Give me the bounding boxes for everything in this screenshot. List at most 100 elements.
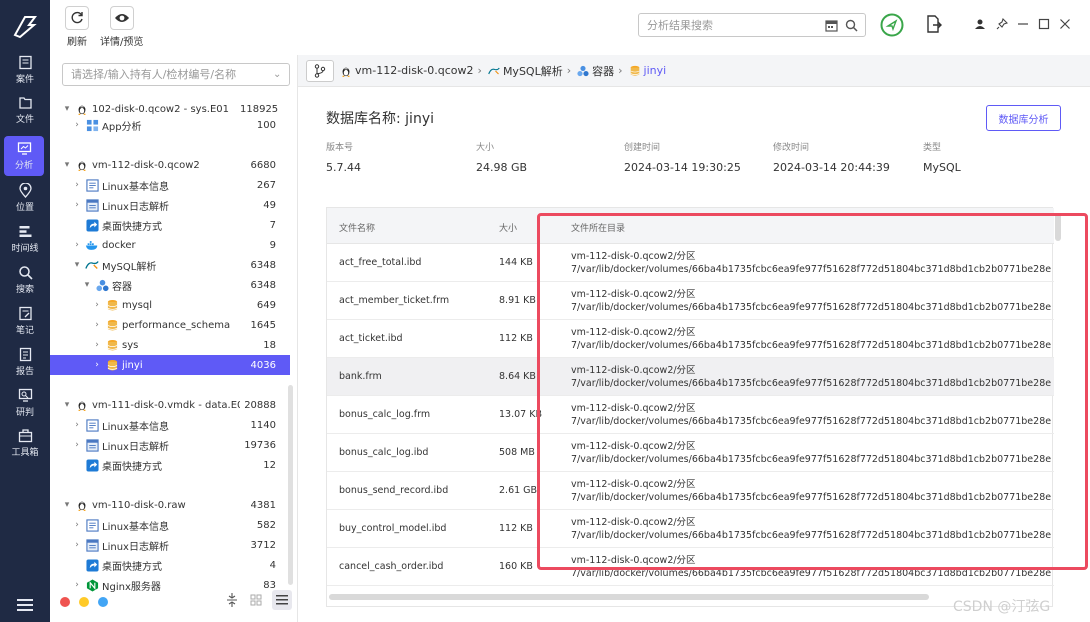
tree-item[interactable]: › mysql 649 [50,295,290,315]
tree-scrollbar[interactable] [288,385,293,585]
chevron-right-icon[interactable]: › [92,340,102,350]
search-icon[interactable] [843,17,859,33]
maximize-icon[interactable] [1034,14,1054,34]
export-icon[interactable] [924,14,944,34]
rail-item-0[interactable]: 案件 [0,50,50,90]
chevron-down-icon[interactable]: ▾ [82,280,92,290]
table-row[interactable]: act_free_total.ibd 144 KB vm-112-disk-0.qc… [327,244,1054,282]
minimize-icon[interactable] [1013,14,1033,34]
rail-item-label: 文件 [15,115,34,125]
calendar-icon[interactable] [823,17,839,33]
tree-item[interactable]: ▾ vm-111-disk-0.vmdk - data.E01 20888 [50,395,290,415]
tree-item[interactable]: › performance_schema 1645 [50,315,290,335]
chevron-right-icon[interactable]: › [72,520,82,530]
chevron-down-icon[interactable]: ▾ [62,160,72,170]
chevron-down-icon[interactable]: ▾ [62,104,72,114]
refresh-button[interactable]: 刷新 [65,6,89,48]
chevron-right-icon[interactable]: › [72,580,82,590]
horizontal-scrollbar[interactable] [329,594,929,600]
chevron-right-icon[interactable]: › [92,360,102,370]
column-header-dir[interactable]: 文件所在目录 [571,221,625,234]
tree-item[interactable]: › App分析 100 [50,115,290,135]
column-header-name[interactable]: 文件名称 [339,221,375,234]
tree-item[interactable]: 桌面快捷方式 7 [50,215,290,235]
tree-item[interactable]: ▾ MySQL解析 6348 [50,255,290,275]
menu-icon[interactable] [17,598,33,612]
chevron-right-icon[interactable]: › [72,240,82,250]
breadcrumb-item[interactable]: vm-112-disk-0.qcow2 [340,64,474,77]
tree-item[interactable]: › Linux基本信息 1140 [50,415,290,435]
rail-item-7[interactable]: 报告 [0,342,50,382]
rail-item-6[interactable]: 笔记 [0,301,50,341]
chevron-right-icon[interactable]: › [72,420,82,430]
chevron-down-icon[interactable]: ▾ [62,500,72,510]
file-dir-line: 7/var/lib/docker/volumes/66ba4b1735fcbc6… [571,378,1051,389]
rail-item-2[interactable]: 分析 [4,136,44,176]
tree-item[interactable]: › sys 18 [50,335,290,355]
tree-item-count: 4036 [250,359,276,371]
pin-icon[interactable] [992,14,1012,34]
tree-item[interactable]: ▾ vm-112-disk-0.qcow2 6680 [50,155,290,175]
user-icon[interactable] [970,14,990,34]
chevron-right-icon[interactable]: › [72,120,82,130]
case-icon [18,55,33,72]
tree-item[interactable]: 桌面快捷方式 12 [50,455,290,475]
table-row[interactable]: bonus_calc_log.frm 13.07 KB vm-112-disk-0.… [327,396,1054,434]
breadcrumb-item[interactable]: MySQL解析 [488,63,563,79]
chevron-right-icon[interactable]: › [72,180,82,190]
chevron-down-icon[interactable]: ▾ [62,400,72,410]
tree-item[interactable]: › Linux日志解析 3712 [50,535,290,555]
tree-filter-input[interactable] [63,65,273,84]
chevron-right-icon[interactable]: › [72,200,82,210]
breadcrumb-item[interactable]: 容器 [577,63,614,79]
rail-item-8[interactable]: 研判 [0,383,50,423]
database-analyze-button[interactable]: 数据库分析 [986,105,1061,131]
tree-item[interactable]: › docker 9 [50,235,290,255]
tree-item[interactable]: › Nginx服务器 83 [50,575,290,595]
collapse-all-icon[interactable] [226,593,238,607]
tree-item[interactable]: › Linux基本信息 267 [50,175,290,195]
chevron-right-icon[interactable]: › [72,540,82,550]
linux-icon [75,102,89,116]
chevron-right-icon[interactable]: › [92,320,102,330]
rail-item-5[interactable]: 搜索 [0,260,50,300]
db-meta-field: 修改时间 2024-03-14 20:44:39 [773,140,890,174]
chevron-down-icon[interactable]: ▾ [72,260,82,270]
close-icon[interactable] [1055,14,1075,34]
result-search-input[interactable] [639,15,823,35]
tree-item[interactable]: ▾ 容器 6348 [50,275,290,295]
vertical-scrollbar[interactable] [1055,213,1061,241]
tree-item[interactable]: ▾ vm-110-disk-0.raw 4381 [50,495,290,515]
table-row[interactable]: buy_control_model.ibd 112 KB vm-112-disk-0… [327,510,1054,548]
breadcrumb-item[interactable]: jinyi [629,64,666,77]
grid-view-icon[interactable] [250,594,262,606]
tree-item[interactable]: › jinyi 4036 [50,355,290,375]
red-dot-icon[interactable] [60,597,70,607]
column-header-size[interactable]: 大小 [499,221,517,234]
chevron-down-icon[interactable]: ⌄ [273,69,289,80]
tree-item-count: 1140 [250,419,276,431]
rail-item-1[interactable]: 文件 [0,90,50,130]
table-row[interactable]: bonus_send_record.ibd 2.61 GB vm-112-disk-… [327,472,1054,510]
chevron-right-icon[interactable]: › [72,440,82,450]
yellow-dot-icon[interactable] [79,597,89,607]
tree-item[interactable]: › Linux日志解析 19736 [50,435,290,455]
table-row[interactable]: bonus_calc_log.ibd 508 MB vm-112-disk-0.qc… [327,434,1054,472]
table-row[interactable]: act_ticket.ibd 112 KB vm-112-disk-0.qcow2/… [327,320,1054,358]
rail-item-4[interactable]: 时间线 [0,219,50,259]
tree-item[interactable]: 桌面快捷方式 4 [50,555,290,575]
rail-item-9[interactable]: 工具箱 [0,423,50,463]
rail-item-3[interactable]: 位置 [0,178,50,218]
table-row[interactable]: bank.frm 8.64 KB vm-112-disk-0.qcow2/分区 7/v… [327,358,1054,396]
tree-item[interactable]: › Linux基本信息 582 [50,515,290,535]
table-row[interactable]: cancel_cash_order.ibd 160 KB vm-112-disk-0… [327,548,1054,586]
branch-icon[interactable] [306,59,334,82]
detail-preview-button[interactable]: 详情/预览 [100,6,143,48]
list-view-icon[interactable] [272,590,292,610]
chevron-right-icon[interactable]: › [92,300,102,310]
tree-item-label: mysql [122,299,152,311]
tree-item[interactable]: › Linux日志解析 49 [50,195,290,215]
navigate-icon[interactable] [880,13,904,37]
blue-dot-icon[interactable] [98,597,108,607]
table-row[interactable]: act_member_ticket.frm 8.91 KB vm-112-disk-… [327,282,1054,320]
